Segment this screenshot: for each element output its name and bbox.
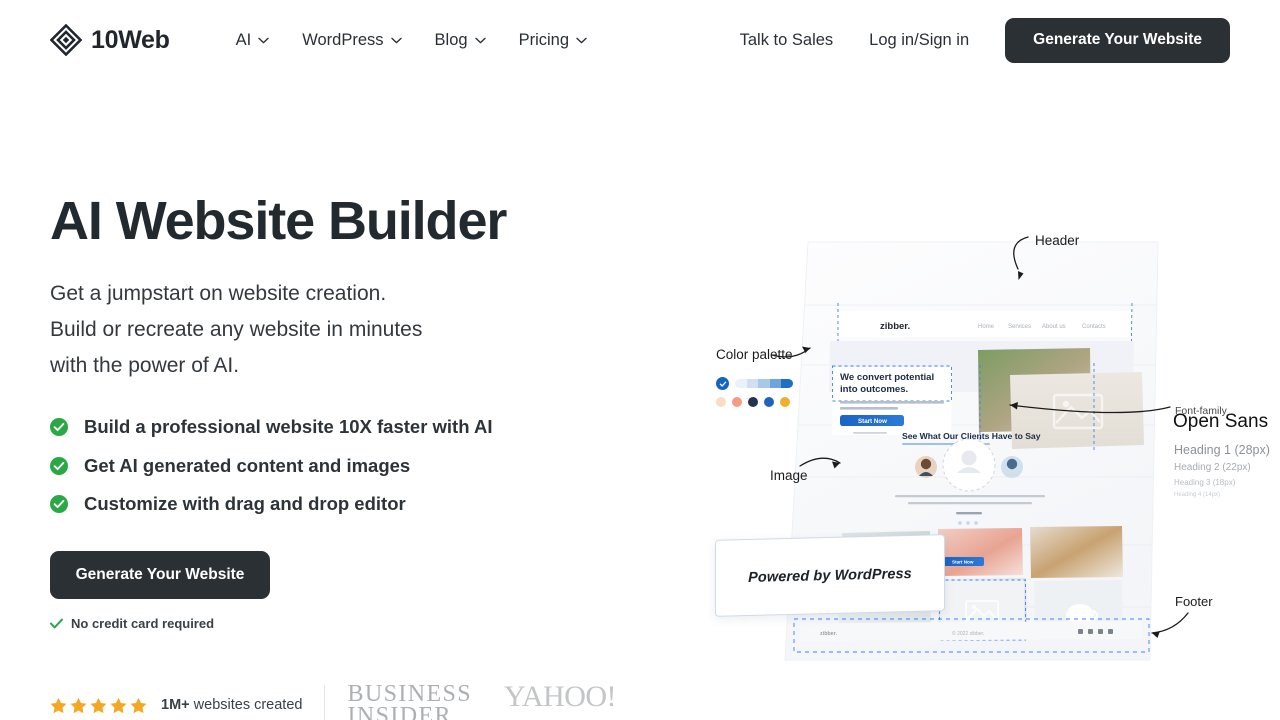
list-item: Get AI generated content and images xyxy=(50,455,670,477)
palette-dot xyxy=(748,397,758,407)
svg-text:into outcomes.: into outcomes. xyxy=(840,384,908,395)
chevron-down-icon xyxy=(576,37,587,44)
nav-item-ai[interactable]: AI xyxy=(236,31,270,50)
divider xyxy=(324,685,326,720)
no-credit-card-note: No credit card required xyxy=(50,616,670,631)
palette-dot xyxy=(764,397,774,407)
nav-item-blog[interactable]: Blog xyxy=(435,31,486,50)
no-credit-card-label: No credit card required xyxy=(71,616,215,632)
yahoo-logo: YAHOO! xyxy=(504,680,617,713)
feature-label: Get AI generated content and images xyxy=(84,454,411,476)
star-icon xyxy=(70,697,87,714)
check-circle-icon xyxy=(50,418,68,437)
annotation-header: Header xyxy=(1035,233,1080,248)
palette-dot xyxy=(732,397,742,407)
login-signin-link[interactable]: Log in/Sign in xyxy=(869,31,969,50)
star-rating xyxy=(50,697,147,714)
palette-bar xyxy=(735,379,793,388)
svg-text:About us: About us xyxy=(1042,324,1066,330)
header-actions: Talk to Sales Log in/Sign in Generate Yo… xyxy=(740,17,1230,63)
nav-item-pricing[interactable]: Pricing xyxy=(519,31,587,50)
main-nav: AI WordPress Blog Pricing xyxy=(236,31,587,50)
check-circle-icon xyxy=(50,495,68,514)
count-value: 1M+ xyxy=(161,697,190,714)
palette-dot xyxy=(780,397,790,407)
svg-text:zibber.: zibber. xyxy=(820,631,838,637)
feature-label: Build a professional website 10X faster … xyxy=(84,416,493,438)
type-scale-item: Heading 3 (18px) xyxy=(1174,478,1236,487)
social-proof: 1M+ websites created BUSINESS INSIDER YA… xyxy=(50,680,617,720)
brand-name: 10Web xyxy=(91,25,170,54)
powered-by-wordpress-card: Powered by WordPress xyxy=(715,534,945,617)
hero-content: AI Website Builder Get a jumpstart on we… xyxy=(50,193,670,631)
palette-selected-check-icon xyxy=(716,377,729,390)
hero-subtitle: Get a jumpstart on website creation. Bui… xyxy=(50,276,670,384)
ai-website-builder-mockup: zibber. Home Services About us Contacts … xyxy=(690,215,1280,685)
generate-website-button-header[interactable]: Generate Your Website xyxy=(1005,17,1230,63)
annotation-image: Image xyxy=(770,468,808,483)
page-title: AI Website Builder xyxy=(50,191,507,251)
hero-subtitle-line: with the power of AI. xyxy=(50,353,240,377)
star-icon xyxy=(130,697,147,714)
color-palette-gradient xyxy=(716,377,793,390)
nav-label: Pricing xyxy=(518,30,570,49)
svg-text:zibber.: zibber. xyxy=(880,321,910,332)
list-item: Build a professional website 10X faster … xyxy=(50,416,670,438)
svg-text:Start Now: Start Now xyxy=(858,418,887,425)
svg-text:Services: Services xyxy=(1008,324,1031,330)
star-icon xyxy=(110,697,127,714)
nav-label: AI xyxy=(235,30,252,49)
landing-page: 10Web AI WordPress Blog Pricing Talk to … xyxy=(0,0,1280,720)
chevron-down-icon xyxy=(474,37,486,44)
svg-text:Home: Home xyxy=(978,324,995,330)
palette-dot xyxy=(716,397,726,407)
feature-list: Build a professional website 10X faster … xyxy=(50,416,670,515)
type-scale-item: Heading 4 (14px) xyxy=(1174,492,1221,498)
annotation-footer: Footer xyxy=(1175,594,1213,609)
type-scale-list: Heading 1 (28px) Heading 2 (22px) Headin… xyxy=(1174,443,1270,498)
annotation-color-palette: Color palette xyxy=(716,347,793,362)
hero-subtitle-line: Get a jumpstart on website creation. xyxy=(50,281,387,305)
press-logos: BUSINESS INSIDER YAHOO! xyxy=(347,680,617,720)
diamond-logo-icon xyxy=(50,24,82,56)
count-suffix: websites created xyxy=(193,697,303,714)
check-icon xyxy=(50,618,63,629)
star-icon xyxy=(50,697,67,714)
nav-item-wordpress[interactable]: WordPress xyxy=(302,30,402,50)
color-palette-dots xyxy=(716,397,790,407)
star-icon xyxy=(90,697,107,714)
talk-to-sales-link[interactable]: Talk to Sales xyxy=(740,31,834,50)
check-circle-icon xyxy=(50,456,68,475)
svg-text:© 2022 zibber.: © 2022 zibber. xyxy=(952,630,984,637)
type-scale-item: Heading 2 (22px) xyxy=(1174,462,1251,473)
logo-line-1: BUSINESS xyxy=(347,681,473,707)
brand-logo[interactable]: 10Web xyxy=(50,24,170,56)
hero-subtitle-line: Build or recreate any website in minutes xyxy=(50,317,423,341)
logo-line-2: INSIDER xyxy=(347,703,452,720)
nav-label: Blog xyxy=(434,30,468,49)
chevron-down-icon xyxy=(258,37,269,44)
annotation-font-family-value: Open Sans xyxy=(1173,411,1269,432)
nav-label: WordPress xyxy=(302,30,384,49)
feature-label: Customize with drag and drop editor xyxy=(84,493,406,515)
generate-website-button-hero[interactable]: Generate Your Website xyxy=(50,551,270,600)
list-item: Customize with drag and drop editor xyxy=(50,493,670,515)
business-insider-logo: BUSINESS INSIDER xyxy=(347,681,473,720)
chevron-down-icon xyxy=(390,37,402,44)
site-header: 10Web AI WordPress Blog Pricing Talk to … xyxy=(0,0,1280,80)
powered-by-wordpress-label: Powered by WordPress xyxy=(748,565,912,586)
type-scale-item: Heading 1 (28px) xyxy=(1174,443,1270,457)
svg-text:Start Now: Start Now xyxy=(952,560,974,565)
svg-text:We convert potential: We convert potential xyxy=(840,372,934,383)
svg-text:Contacts: Contacts xyxy=(1082,324,1106,330)
websites-created-count: 1M+ websites created xyxy=(161,697,302,713)
